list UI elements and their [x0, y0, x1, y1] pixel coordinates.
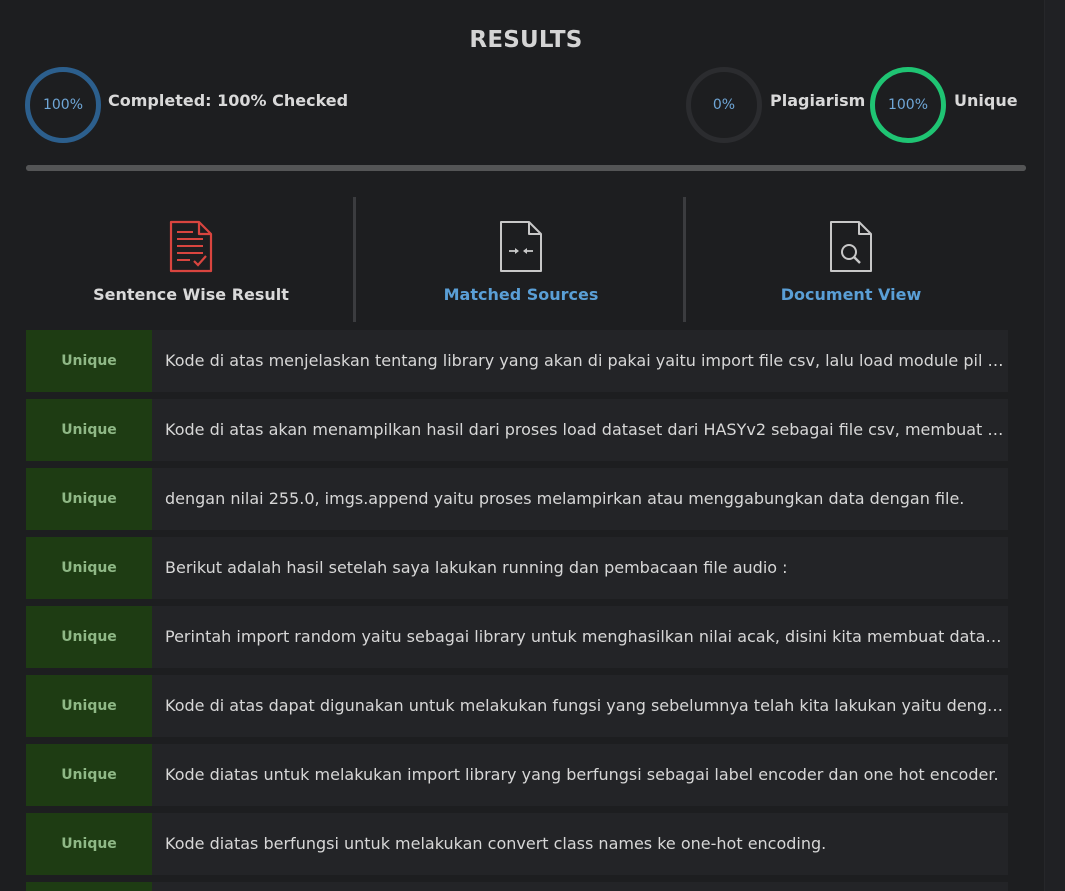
- plagiarism-ring: 0%: [686, 67, 762, 143]
- result-row[interactable]: Unique Berikut adalah hasil setelah saya…: [26, 537, 1008, 599]
- status-badge: Unique: [26, 606, 152, 668]
- result-row[interactable]: Unique Perintah import random yaitu seba…: [26, 606, 1008, 668]
- check-progress-bar: [26, 165, 1026, 171]
- tab-divider: [683, 197, 686, 322]
- status-badge: Unique: [26, 330, 152, 392]
- sentence-text: Berikut adalah hasil setelah saya lakuka…: [165, 558, 788, 577]
- matched-sources-icon: [500, 221, 542, 272]
- tab-matched-sources[interactable]: Matched Sources: [356, 197, 686, 322]
- result-row[interactable]: Unique Kode di atas dapat digunakan untu…: [26, 675, 1008, 737]
- sentence-text: Kode diatas untuk melakukan import libra…: [165, 765, 999, 784]
- sentence-text: dengan nilai 255.0, imgs.append yaitu pr…: [165, 489, 965, 508]
- scrollbar-track[interactable]: [1044, 0, 1065, 891]
- sentence-text: Kode di atas menjelaskan tentang library…: [165, 351, 1008, 370]
- status-badge: Unique: [26, 675, 152, 737]
- result-row[interactable]: Unique Kode di atas akan menampilkan has…: [26, 399, 1008, 461]
- status-badge: Unique: [26, 813, 152, 875]
- result-row[interactable]: Unique Kode di atas menjelaskan tentang …: [26, 330, 1008, 392]
- plagiarism-percent: 0%: [712, 97, 736, 113]
- page-title: RESULTS: [469, 27, 583, 53]
- status-badge: Unique: [26, 399, 152, 461]
- unique-percent: 100%: [887, 97, 929, 113]
- sentence-text: Kode di atas akan menampilkan hasil dari…: [165, 420, 1008, 439]
- sentence-text: Kode di atas dapat digunakan untuk melak…: [165, 696, 1008, 715]
- document-view-icon: [830, 221, 872, 272]
- completed-label: Completed: 100% Checked: [108, 91, 349, 110]
- plagiarism-label: Plagiarism: [770, 91, 866, 110]
- result-tabs: Sentence Wise Result Matched Sources Doc…: [26, 197, 1016, 322]
- check-progress-fill: [26, 165, 1026, 171]
- tab-matched-sources-label: Matched Sources: [443, 285, 599, 304]
- unique-ring: 100%: [870, 67, 946, 143]
- tab-sentence-wise-result[interactable]: Sentence Wise Result: [26, 197, 356, 322]
- tab-document-view[interactable]: Document View: [686, 197, 1016, 322]
- sentence-results-list: Unique Kode di atas menjelaskan tentang …: [26, 330, 1008, 891]
- completed-ring: 100%: [25, 67, 101, 143]
- results-page: RESULTS 100% Completed: 100% Checked 0% …: [0, 0, 1044, 891]
- completed-percent: 100%: [42, 97, 84, 113]
- tab-sentence-wise-result-label: Sentence Wise Result: [93, 285, 289, 304]
- sentence-text: Perintah import random yaitu sebagai lib…: [165, 627, 1008, 646]
- tab-document-view-label: Document View: [780, 285, 922, 304]
- tab-divider: [353, 197, 356, 322]
- sentence-text: Kode diatas berfungsi untuk melakukan co…: [165, 834, 827, 853]
- status-badge: Unique: [26, 537, 152, 599]
- sentence-result-icon: [169, 220, 213, 273]
- status-badge: Unique: [26, 468, 152, 530]
- result-row-partial[interactable]: [26, 882, 1008, 891]
- unique-label: Unique: [954, 91, 1018, 110]
- status-badge: Unique: [26, 744, 152, 806]
- result-row[interactable]: Unique dengan nilai 255.0, imgs.append y…: [26, 468, 1008, 530]
- result-row[interactable]: Unique Kode diatas berfungsi untuk melak…: [26, 813, 1008, 875]
- result-row[interactable]: Unique Kode diatas untuk melakukan impor…: [26, 744, 1008, 806]
- status-badge: [26, 882, 152, 891]
